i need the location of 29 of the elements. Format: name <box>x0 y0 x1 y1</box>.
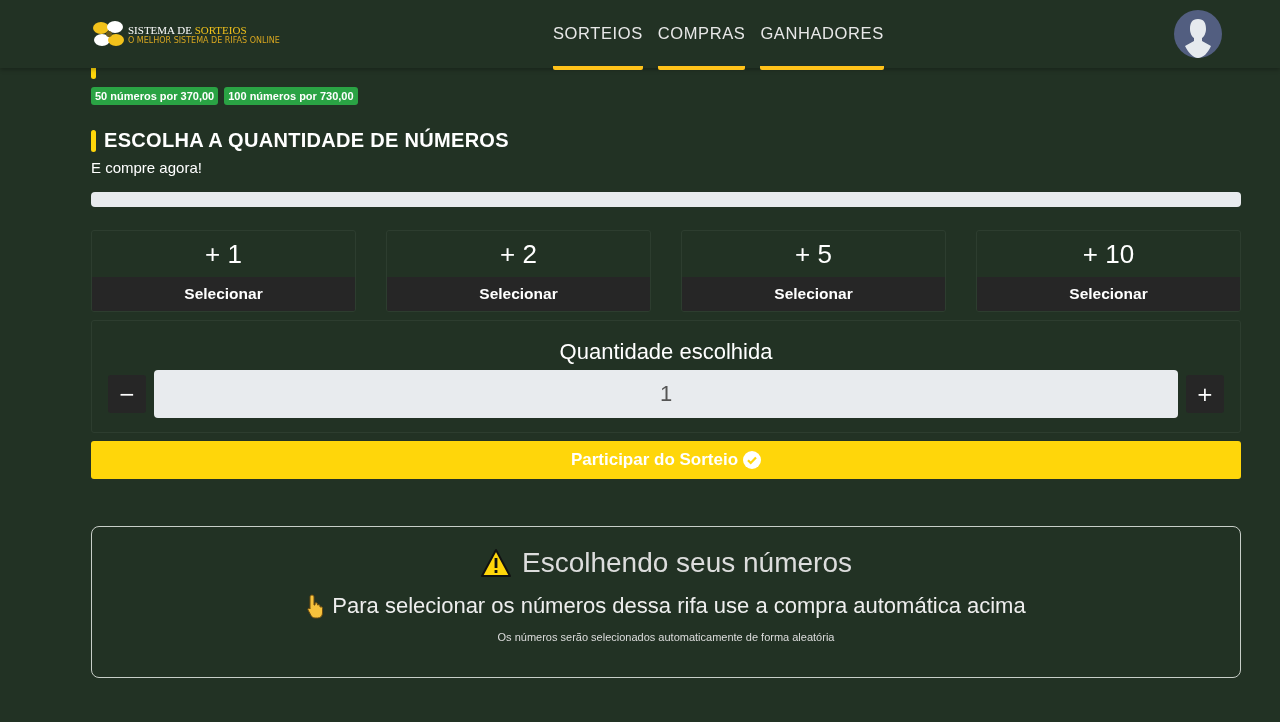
info-message: Para selecionar os números dessa rifa use a compra automática acima <box>332 593 1026 619</box>
user-avatar-icon[interactable] <box>1174 10 1222 58</box>
select-button[interactable]: Selecionar <box>682 277 945 311</box>
info-title: Escolhendo seus números <box>522 547 852 579</box>
nav-link[interactable]: GANHADORES <box>760 0 884 70</box>
quantity-label: Quantidade escolhida <box>558 339 774 365</box>
option-amount: + 10 <box>1081 238 1136 271</box>
logo-tagline: O MELHOR SISTEMA DE RIFAS ONLINE <box>128 35 280 45</box>
option-amount: + 2 <box>499 238 538 271</box>
select-button[interactable]: Selecionar <box>977 277 1240 311</box>
section-title: ESCOLHA A QUANTIDADE DE NÚMEROS <box>104 129 509 152</box>
nav-link[interactable]: COMPRAS <box>657 0 746 70</box>
nav-link[interactable]: SORTEIOS <box>553 0 643 70</box>
section-subtitle: E compre agora! <box>91 159 203 176</box>
flower-logo-icon <box>91 19 127 49</box>
increase-button[interactable]: + <box>1186 375 1224 413</box>
warning-icon <box>480 548 512 578</box>
logo-title: SISTEMA DE SORTEIOS <box>128 23 248 36</box>
select-button[interactable]: Selecionar <box>92 277 355 311</box>
price-badge: 50 números por 370,00 <box>91 87 219 105</box>
info-note: Os números serão selecionados automaticamente de forma aleatória <box>497 631 835 643</box>
check-icon <box>743 451 762 469</box>
select-button[interactable]: Selecionar <box>387 277 650 311</box>
section-marker <box>91 129 96 152</box>
option-amount: + 5 <box>794 238 833 271</box>
option-amount: + 1 <box>204 238 243 271</box>
decrease-button[interactable]: − <box>108 375 146 413</box>
quantity-field[interactable]: 1 <box>154 370 1178 418</box>
price-badge: 100 números por 730,00 <box>224 87 358 105</box>
